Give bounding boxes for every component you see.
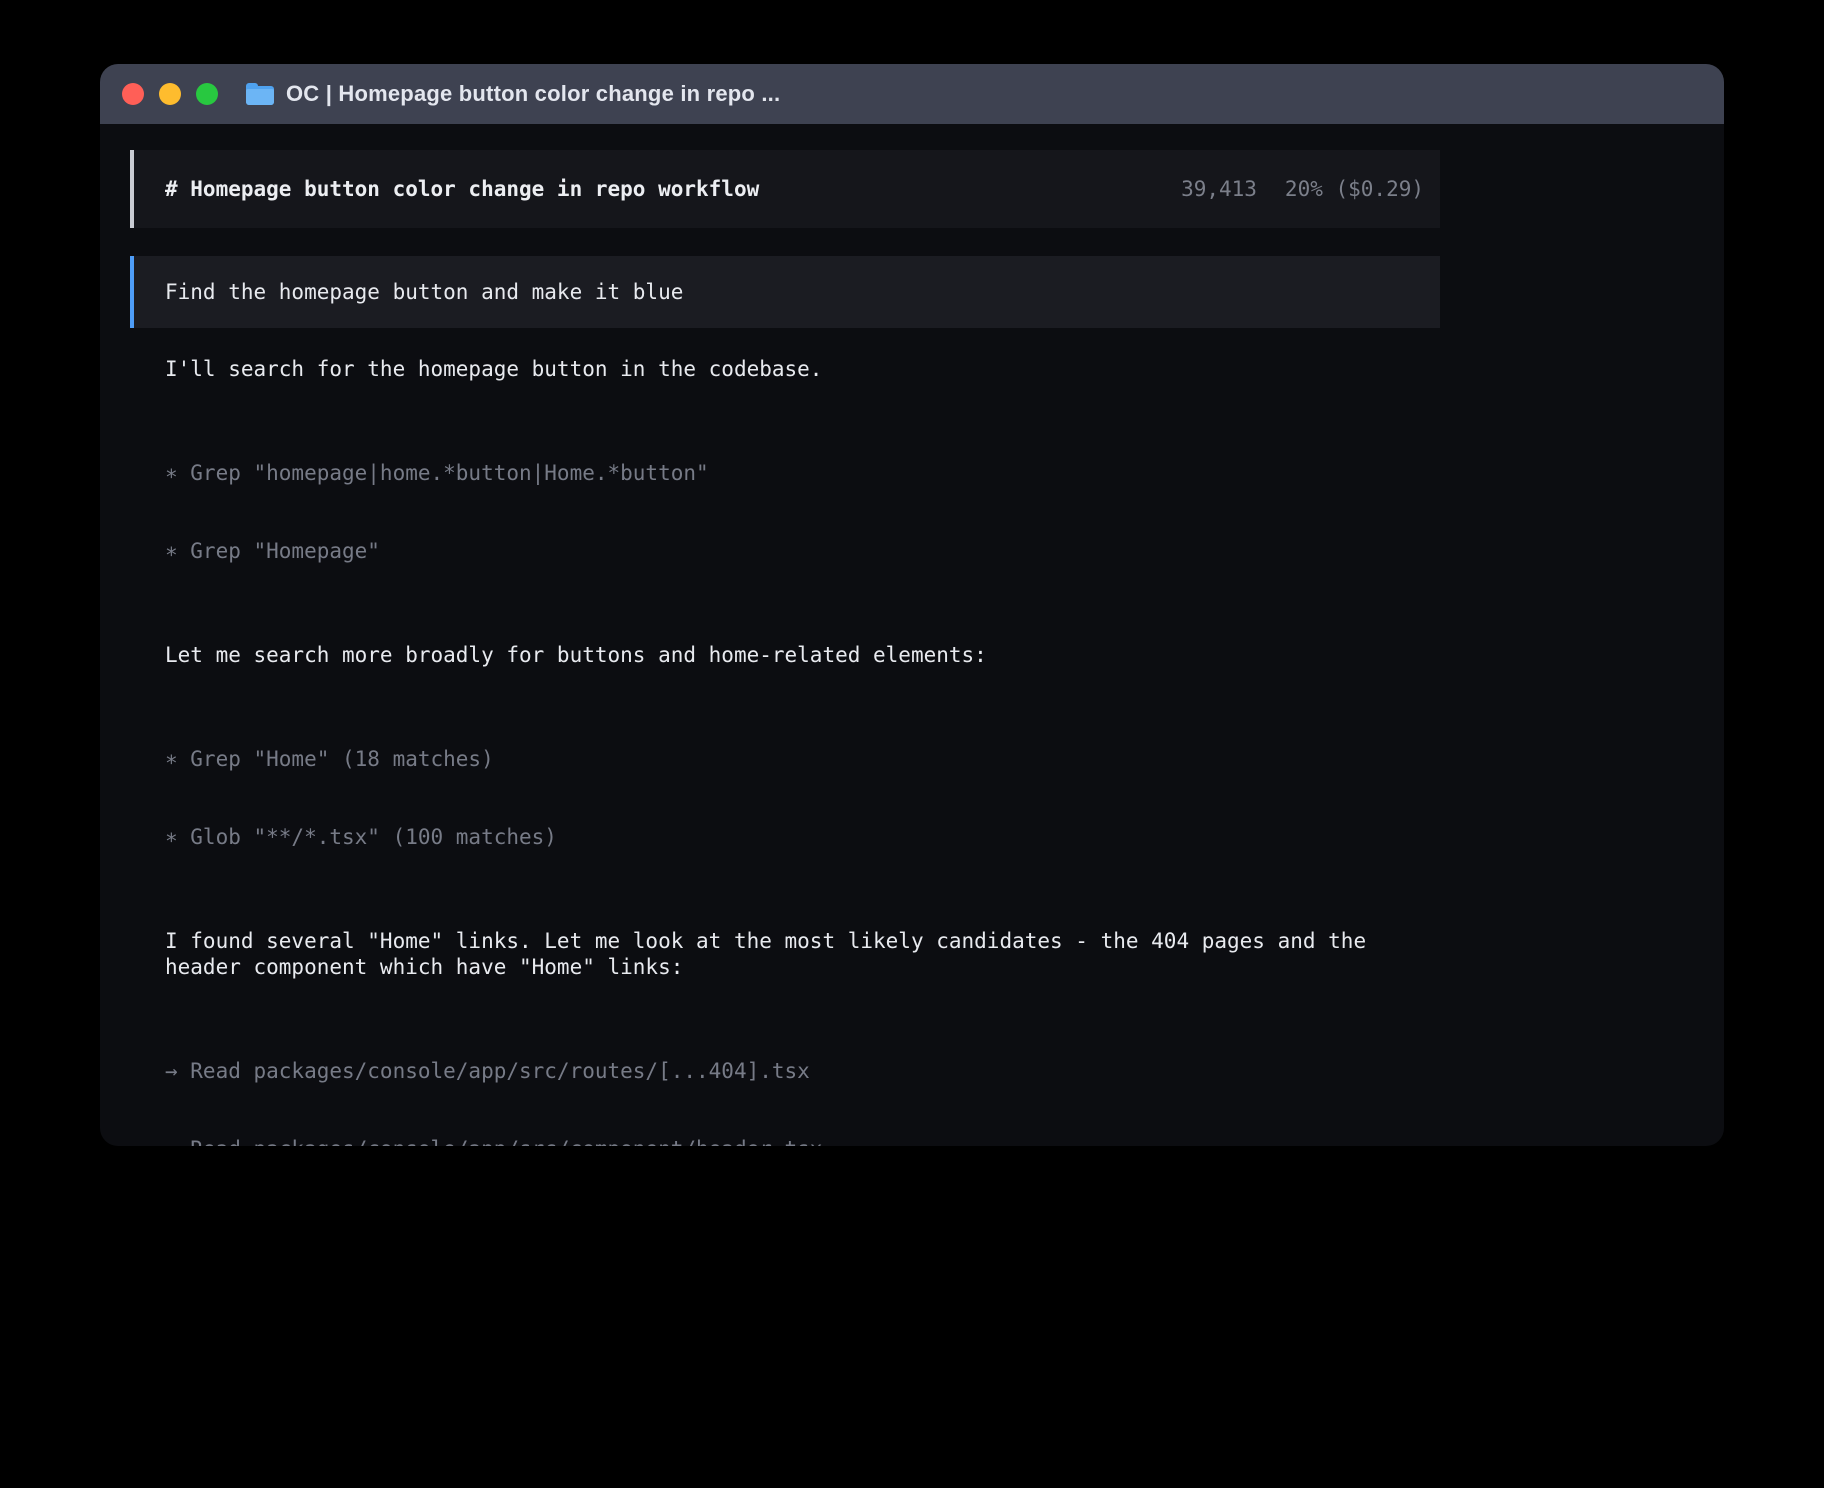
session-title: # Homepage button color change in repo w… [165,177,759,201]
user-message-accent [130,256,134,328]
session-header: # Homepage button color change in repo w… [130,150,1440,228]
minimize-button[interactable] [159,83,181,105]
folder-icon [246,83,274,105]
close-button[interactable] [122,83,144,105]
token-count: 39,413 [1181,177,1257,201]
assistant-message: Let me search more broadly for buttons a… [165,642,1415,668]
traffic-lights [122,83,218,105]
assistant-message: I found several "Home" links. Let me loo… [165,928,1415,980]
tool-call-read: → Read packages/console/app/src/componen… [165,1136,1415,1146]
user-message-text: Find the homepage button and make it blu… [165,280,683,304]
tool-call-grep: ∗ Grep "Homepage" [165,538,1415,564]
titlebar[interactable]: OC | Homepage button color change in rep… [100,64,1724,124]
tool-call-glob: ∗ Glob "**/*.tsx" (100 matches) [165,824,1415,850]
tool-call-read: → Read packages/console/app/src/routes/[… [165,1058,1415,1084]
tool-call-grep: ∗ Grep "Home" (18 matches) [165,746,1415,772]
context-usage: 20% ($0.29) [1285,177,1424,201]
assistant-message: I'll search for the homepage button in t… [165,356,1415,382]
user-message: Find the homepage button and make it blu… [130,256,1440,328]
tool-call-grep: ∗ Grep "homepage|home.*button|Home.*butt… [165,460,1415,486]
window-title: OC | Homepage button color change in rep… [286,81,780,107]
transcript: I'll search for the homepage button in t… [165,356,1415,1146]
session-header-accent [130,150,134,228]
zoom-button[interactable] [196,83,218,105]
terminal-window: OC | Homepage button color change in rep… [100,64,1724,1146]
